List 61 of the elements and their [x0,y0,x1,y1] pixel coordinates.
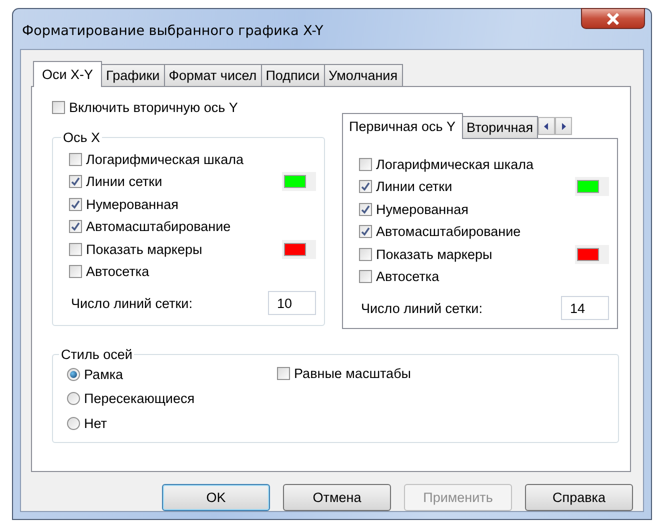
checkbox-label: Линии сетки [376,179,452,194]
close-icon [606,12,620,24]
radio-button[interactable] [67,416,80,430]
checkbox[interactable] [69,198,82,211]
checkbox[interactable] [359,180,372,194]
checkbox-label: Нумерованная [86,196,178,212]
tab[interactable]: Умолчания [324,64,403,86]
close-button[interactable] [581,8,645,29]
checkbox[interactable] [359,225,372,238]
checkbox[interactable] [69,220,82,234]
checkbox-label: Автосетка [376,269,440,284]
dialog-button[interactable]: Справка [525,484,633,511]
scroll-right-button[interactable] [555,117,572,135]
grid-count-field[interactable]: 10 [268,291,316,315]
checkbox-label: Показать маркеры [86,242,202,257]
checkbox[interactable] [359,158,372,171]
left-arrow-icon [544,122,549,130]
scroll-left-button[interactable] [538,117,555,135]
checkbox-label: Линии сетки [86,174,162,190]
window-title: Форматирование выбранного графика X-Y [22,23,324,39]
checkbox[interactable] [359,270,372,284]
checkbox-label: Автомасштабирование [376,224,521,240]
checkbox-label: Равные масштабы [294,366,411,381]
tab[interactable]: Вторичная [462,116,538,138]
tab[interactable]: Формат чисел [164,64,262,86]
dialog-button[interactable]: Отмена [283,484,391,511]
checkbox[interactable] [69,265,82,278]
checkbox-label: Автосетка [86,264,150,280]
tab[interactable]: Первичная ось Y [342,113,463,139]
checkbox-label: Логарифмическая шкала [376,156,534,172]
checkbox[interactable] [69,175,82,188]
checkbox[interactable] [52,100,65,114]
radio-label: Рамка [84,366,124,382]
checkbox[interactable] [277,366,290,380]
color-button[interactable] [575,244,609,264]
radio-button[interactable] [67,392,80,406]
tab[interactable]: Оси X-Y [33,61,102,87]
color-button[interactable] [575,177,609,196]
right-arrow-icon [561,122,566,130]
dialog-button[interactable]: OK [162,484,270,511]
color-button[interactable] [282,240,316,259]
checkbox-label: Нумерованная [376,202,468,217]
checkbox-label: Включить вторичную ось Y [69,100,238,114]
group-title: Стиль осей [60,347,134,362]
tab[interactable]: Графики [101,64,165,86]
checkbox[interactable] [69,242,82,256]
grid-count-field[interactable]: 14 [561,296,609,320]
color-button[interactable] [282,172,316,192]
tab[interactable]: Подписи [260,64,325,86]
checkbox[interactable] [359,202,372,216]
radio-label: Пересекающиеся [84,391,195,406]
field-label: Число линий сетки: [71,296,192,310]
checkbox-label: Показать маркеры [376,246,492,262]
field-label: Число линий сетки: [361,300,482,316]
checkbox-label: Автомасштабирование [86,219,231,234]
radio-label: Нет [84,416,107,431]
radio-button[interactable] [67,368,80,381]
checkbox[interactable] [69,152,82,166]
checkbox-label: Логарифмическая шкала [86,152,244,167]
checkbox[interactable] [359,248,372,261]
group-title: Ось X [62,130,102,145]
